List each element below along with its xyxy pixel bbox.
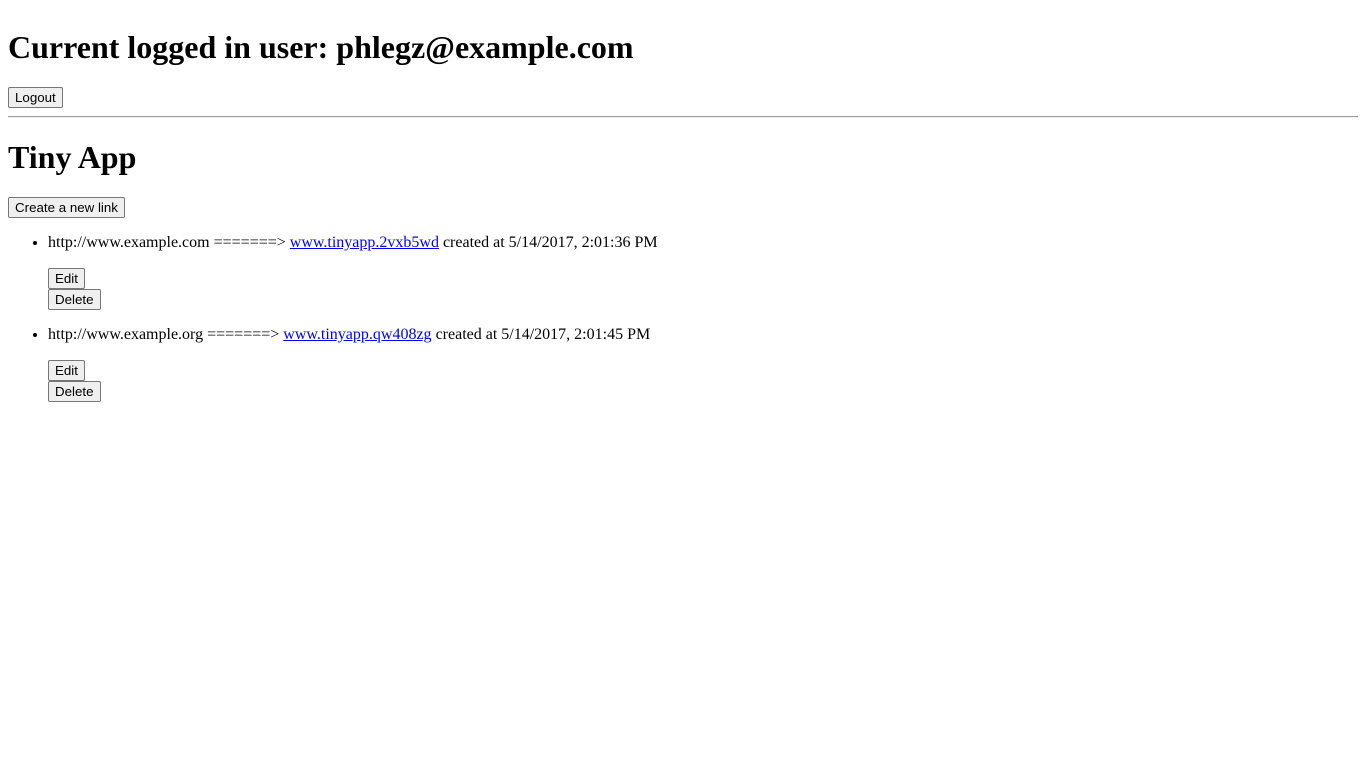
long-url: http://www.example.com: [48, 234, 210, 251]
item-actions: Edit Delete: [48, 360, 1358, 402]
edit-form: Edit: [48, 268, 1358, 289]
edit-button[interactable]: Edit: [48, 268, 85, 289]
created-timestamp: created at 5/14/2017, 2:01:45 PM: [435, 326, 651, 343]
list-item: http://www.example.org =======> www.tiny…: [48, 326, 1358, 402]
page-title: Tiny App: [8, 139, 137, 175]
long-url: http://www.example.org: [48, 326, 204, 343]
edit-button[interactable]: Edit: [48, 360, 85, 381]
delete-button[interactable]: Delete: [48, 381, 101, 402]
delete-form: Delete: [48, 381, 1358, 402]
delete-form: Delete: [48, 289, 1358, 310]
logout-button[interactable]: Logout: [8, 87, 63, 108]
created-timestamp: created at 5/14/2017, 2:01:36 PM: [442, 234, 658, 251]
list-item: http://www.example.com =======> www.tiny…: [48, 234, 1358, 310]
short-url-link[interactable]: www.tinyapp.2vxb5wd: [290, 234, 439, 251]
create-link-button[interactable]: Create a new link: [8, 197, 125, 218]
delete-button[interactable]: Delete: [48, 289, 101, 310]
current-user-heading: Current logged in user: phlegz@example.c…: [8, 29, 634, 65]
item-actions: Edit Delete: [48, 268, 1358, 310]
arrow-text: =======>: [213, 234, 286, 251]
create-link-form: Create a new link: [8, 197, 1358, 218]
edit-form: Edit: [48, 360, 1358, 381]
links-list: http://www.example.com =======> www.tiny…: [8, 234, 1358, 402]
arrow-text: =======>: [207, 326, 280, 343]
short-url-link[interactable]: www.tinyapp.qw408zg: [283, 326, 431, 343]
divider: [8, 116, 1358, 118]
logout-form: Logout: [8, 87, 1358, 108]
